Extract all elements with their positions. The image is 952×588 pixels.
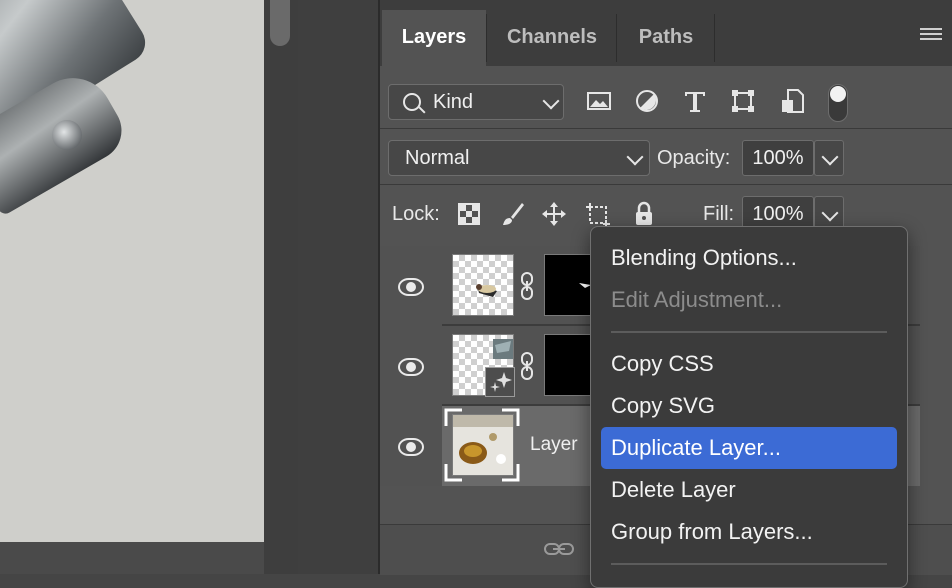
- layer-thumbnail: [452, 254, 514, 316]
- eye-icon[interactable]: [398, 438, 424, 456]
- eye-icon[interactable]: [398, 358, 424, 376]
- mask-shape: [579, 283, 591, 288]
- filter-toggle[interactable]: [828, 84, 848, 122]
- fill-label: Fill:: [703, 203, 735, 225]
- opacity-input[interactable]: 100%: [742, 140, 814, 176]
- panel-menu-icon[interactable]: [920, 28, 942, 42]
- blend-mode-dropdown[interactable]: Normal: [388, 140, 650, 176]
- chevron-down-icon: [542, 92, 560, 110]
- lock-artboard-icon[interactable]: [585, 200, 611, 228]
- tab-divider: [714, 14, 715, 62]
- thumbnail-object-image: [476, 284, 497, 297]
- tab-layers[interactable]: Layers: [382, 10, 486, 66]
- panel-dock-gap: [298, 0, 378, 574]
- filter-kind-label: Kind: [433, 91, 474, 113]
- toggle-knob: [830, 86, 846, 102]
- canvas-gutter: [264, 0, 298, 574]
- mask-link-icon[interactable]: [521, 352, 533, 380]
- opacity-label: Opacity:: [657, 147, 731, 169]
- adjustment-filter-icon[interactable]: [634, 88, 660, 114]
- panel-tab-bar: Layers Channels Paths: [380, 0, 952, 66]
- lock-image-pixels-icon[interactable]: [500, 200, 526, 228]
- row-divider: [380, 128, 952, 129]
- layer-context-menu: Blending Options... Edit Adjustment... C…: [590, 226, 908, 588]
- image-filter-icon[interactable]: [586, 88, 612, 114]
- smart-object-badge-icon: [485, 367, 515, 397]
- menu-item-delete-layer[interactable]: Delete Layer: [601, 469, 897, 511]
- chevron-down-icon: [821, 204, 839, 222]
- mask-link-icon[interactable]: [521, 272, 533, 300]
- lock-all-icon[interactable]: [631, 200, 657, 228]
- canvas-image-pivot: [52, 120, 82, 150]
- tab-divider: [616, 14, 617, 62]
- blend-mode-value: Normal: [405, 147, 470, 169]
- visibility-column: [380, 246, 442, 326]
- selected-thumbnail-frame: [444, 408, 520, 482]
- link-layers-icon[interactable]: [544, 541, 574, 557]
- menu-item-copy-svg[interactable]: Copy SVG: [601, 385, 897, 427]
- shape-filter-icon[interactable]: [730, 88, 756, 114]
- visibility-column: [380, 326, 442, 406]
- menu-item-edit-adjustment: Edit Adjustment...: [611, 287, 783, 312]
- menu-item-group-from-layers[interactable]: Group from Layers...: [601, 511, 897, 553]
- menu-separator: [611, 331, 887, 333]
- tab-channels[interactable]: Channels: [488, 10, 616, 66]
- tab-paths[interactable]: Paths: [618, 10, 714, 66]
- visibility-column: [380, 406, 442, 486]
- smart-object-filter-icon[interactable]: [780, 88, 806, 114]
- filter-kind-dropdown[interactable]: Kind: [388, 84, 564, 120]
- opacity-slider-button[interactable]: [814, 140, 844, 176]
- menu-item-blending-options[interactable]: Blending Options...: [601, 237, 897, 279]
- tab-divider: [486, 14, 487, 62]
- eye-icon[interactable]: [398, 278, 424, 296]
- layer-thumbnail: [452, 334, 515, 397]
- menu-separator: [611, 563, 887, 565]
- chevron-down-icon: [626, 148, 644, 166]
- menu-item-copy-css[interactable]: Copy CSS: [601, 343, 897, 385]
- chevron-down-icon: [821, 148, 839, 166]
- search-icon: [403, 93, 421, 111]
- type-filter-icon[interactable]: [682, 88, 708, 114]
- vertical-scrollbar-thumb[interactable]: [270, 0, 290, 46]
- menu-item-duplicate-layer[interactable]: Duplicate Layer...: [601, 427, 897, 469]
- lock-transparent-pixels-icon[interactable]: [456, 200, 482, 228]
- layer-name[interactable]: Layer: [530, 434, 578, 456]
- lock-label: Lock:: [392, 203, 440, 225]
- document-canvas[interactable]: [0, 0, 264, 542]
- layer-mask-thumbnail[interactable]: [544, 334, 594, 396]
- layer-mask-thumbnail[interactable]: [544, 254, 594, 316]
- canvas-status-bar: [0, 542, 264, 574]
- lock-position-icon[interactable]: [541, 200, 567, 228]
- row-divider: [380, 184, 952, 185]
